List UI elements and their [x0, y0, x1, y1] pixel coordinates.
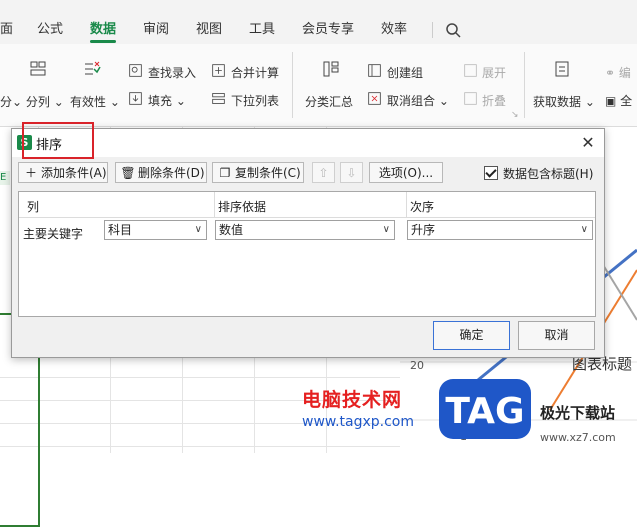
tab-view[interactable]: 视图 — [196, 20, 222, 40]
sort-dialog: S 排序 ✕ ＋ 添加条件(A) 🗑 删除条件(D) ❐ 复制条件(C) ⇧ ⇩ 选项… — [11, 122, 605, 358]
find-entry-icon — [129, 64, 142, 77]
get-data-button[interactable]: 获取数据 ⌄ — [533, 93, 595, 110]
split-column-button[interactable]: 分⌄ 分列 ⌄ — [0, 93, 64, 110]
delete-condition-button[interactable]: 🗑 删除条件(D) — [115, 162, 207, 183]
expand-button[interactable]: 展开 — [482, 64, 506, 81]
order-select-value: 升序 — [411, 223, 436, 237]
copy-icon: ❐ — [219, 166, 231, 180]
add-condition-button[interactable]: ＋ 添加条件(A) — [18, 162, 108, 183]
tab-formula[interactable]: 公式 — [37, 20, 63, 40]
collapse-button[interactable]: 折叠 — [482, 92, 506, 109]
validity-icon — [85, 61, 101, 75]
watermark-logo: TAG — [439, 379, 531, 439]
fill-icon — [129, 92, 142, 105]
ribbon-tab-bar: 面 公式 数据 审阅 视图 工具 会员专享 效率 — [0, 0, 637, 44]
delete-condition-label: 删除条件(D) — [138, 166, 205, 180]
refresh-all-label: 全 — [620, 94, 633, 108]
edit-link-label: 编 — [618, 66, 631, 80]
validity-label: 有效性 — [70, 95, 107, 109]
tab-data[interactable]: 数据 — [90, 20, 116, 40]
get-data-icon — [555, 61, 569, 77]
subtotal-button[interactable]: 分类汇总 — [305, 93, 353, 110]
dialog-launcher-icon[interactable]: ↘ — [511, 110, 519, 120]
order-select[interactable]: 升序 ∨ — [407, 220, 593, 240]
column-header-col: 列 — [27, 200, 40, 214]
options-button[interactable]: 选项(O)... — [369, 162, 443, 183]
watermark-logo-text: TAG — [445, 391, 524, 432]
has-header-checkbox[interactable]: 数据包含标题(H) — [484, 165, 593, 181]
divider — [432, 22, 433, 38]
basis-select-value: 数值 — [219, 223, 244, 237]
search-icon[interactable] — [445, 22, 461, 38]
tab-member[interactable]: 会员专享 — [302, 20, 354, 40]
watermark-site-url: www.xz7.com — [540, 431, 616, 444]
ungroup-label: 取消组合 — [387, 94, 436, 108]
chevron-down-icon: ∨ — [382, 224, 390, 235]
sort-conditions-grid: 列 排序依据 次序 主要关键字 科目 ∨ 数值 ∨ 升序 ∨ — [18, 191, 596, 317]
checkbox-checked-icon[interactable] — [484, 166, 498, 180]
ungroup-icon — [368, 92, 381, 105]
tab-page-layout[interactable]: 面 — [0, 20, 13, 40]
close-button[interactable]: ✕ — [578, 133, 598, 153]
move-up-button[interactable]: ⇧ — [312, 162, 335, 183]
plus-icon: ＋ — [24, 166, 37, 180]
chevron-down-icon: ∨ — [580, 224, 588, 235]
copy-condition-label: 复制条件(C) — [235, 166, 301, 180]
split-col-label: 分列 — [25, 95, 50, 109]
merge-calc-icon — [212, 64, 225, 77]
add-condition-label: 添加条件(A) — [41, 166, 107, 180]
expand-icon — [464, 64, 477, 77]
ribbon: 分⌄ 分列 ⌄ 有效性 ⌄ 查找录入 填充 ⌄ 合并计算 下拉列表 分类汇总 创… — [0, 44, 637, 127]
has-header-label: 数据包含标题(H) — [503, 167, 594, 181]
ok-button[interactable]: 确定 — [433, 321, 510, 350]
dialog-titlebar[interactable]: S 排序 ✕ — [12, 122, 604, 159]
split-column-icon — [30, 61, 46, 76]
move-down-button[interactable]: ⇩ — [340, 162, 363, 183]
primary-key-label: 主要关键字 — [23, 227, 84, 241]
cancel-button[interactable]: 取消 — [518, 321, 595, 350]
arrow-up-icon: ⇧ — [318, 166, 329, 180]
dropdown-list-button[interactable]: 下拉列表 — [231, 92, 279, 109]
tab-efficiency[interactable]: 效率 — [381, 20, 407, 40]
basis-select[interactable]: 数值 ∨ — [215, 220, 395, 240]
arrow-down-icon: ⇩ — [346, 166, 357, 180]
column-select-value: 科目 — [108, 223, 133, 237]
find-entry-button[interactable]: 查找录入 — [148, 64, 196, 81]
get-data-label: 获取数据 — [533, 95, 582, 109]
create-group-button[interactable]: 创建组 — [387, 64, 423, 81]
collapse-icon — [464, 92, 477, 105]
ungroup-button[interactable]: 取消组合 ⌄ — [387, 92, 449, 109]
tab-review[interactable]: 审阅 — [143, 20, 169, 40]
column-header-basis: 排序依据 — [218, 200, 267, 214]
column-header-order: 次序 — [410, 200, 435, 214]
chart-tick-label: 20 — [410, 359, 424, 372]
header-divider — [214, 192, 215, 217]
edit-link-button[interactable]: ⚭ 编 — [605, 64, 631, 81]
annotation-highlight — [22, 122, 94, 159]
copy-condition-button[interactable]: ❐ 复制条件(C) — [212, 162, 304, 183]
create-group-icon — [368, 64, 381, 77]
merge-calc-button[interactable]: 合并计算 — [231, 64, 279, 81]
fill-label: 填充 — [148, 94, 173, 108]
subtotal-icon — [323, 61, 339, 77]
column-select[interactable]: 科目 ∨ — [104, 220, 207, 240]
watermark-site: 极光下载站 — [540, 404, 616, 422]
tab-tools[interactable]: 工具 — [249, 20, 275, 40]
watermark-url: www.tagxp.com — [302, 414, 414, 430]
refresh-all-button[interactable]: ▣ 全 — [605, 92, 632, 109]
fill-button[interactable]: 填充 ⌄ — [148, 92, 186, 109]
ribbon-separator — [292, 52, 293, 118]
watermark-text: 电脑技术网 — [302, 389, 403, 411]
header-line — [19, 217, 595, 218]
ribbon-separator — [524, 52, 525, 118]
trash-icon: 🗑 — [120, 166, 136, 180]
active-tab-indicator — [90, 40, 116, 43]
validity-button[interactable]: 有效性 ⌄ — [70, 93, 120, 110]
chevron-down-icon: ∨ — [194, 224, 202, 235]
dropdown-list-icon — [212, 93, 225, 104]
column-header-fragment: E — [0, 171, 10, 185]
header-divider — [406, 192, 407, 217]
